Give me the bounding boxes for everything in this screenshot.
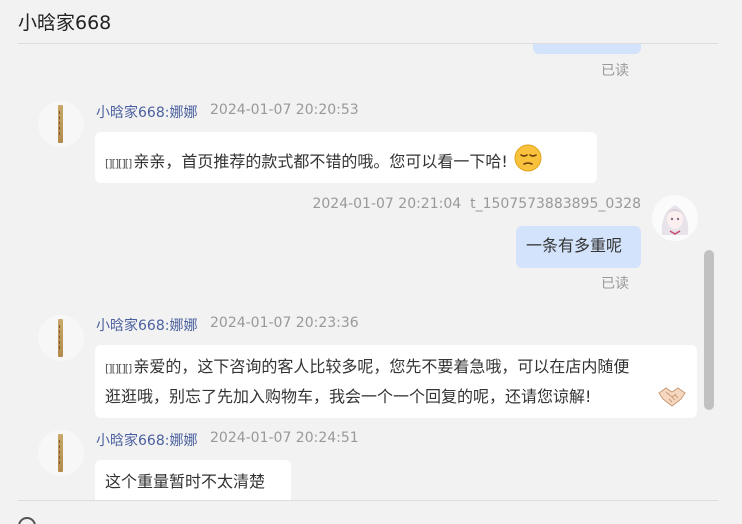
pensive-face-emoji-icon <box>513 143 543 182</box>
input-divider <box>18 500 718 501</box>
outgoing-message-bubble: 一条有多重呢 <box>516 226 641 268</box>
user-name: t_1507573883895_0328 <box>470 196 641 212</box>
agent-avatar[interactable] <box>38 430 84 476</box>
incoming-message-bubble: [][][][] 亲爱的，这下咨询的客人比较多呢，您先不要着急哦，可以在店内随便 … <box>95 345 697 418</box>
message-timestamp: 2024-01-07 20:20:53 <box>210 102 359 118</box>
chat-title: 小晗家668 <box>18 12 112 34</box>
agent-avatar[interactable] <box>38 101 84 147</box>
sender-name[interactable]: 小晗家668:娜娜 <box>96 430 197 450</box>
message-prefix: [][][][] <box>105 157 132 170</box>
emoji-picker-icon[interactable] <box>18 517 36 524</box>
message-timestamp: 2024-01-07 20:23:36 <box>210 315 359 331</box>
message-text: 亲亲，首页推荐的款式都不错的哦。您可以看一下哈! <box>133 152 508 171</box>
message-text: 一条有多重呢 <box>526 236 623 255</box>
outgoing-message-meta: 2024-01-07 20:21:04 t_1507573883895_0328 <box>300 196 641 212</box>
incoming-message-bubble: [][][][] 亲亲，首页推荐的款式都不错的哦。您可以看一下哈! <box>95 132 597 183</box>
message-text-line-2: 逛逛哦，别忘了先加入购物车，我会一个一个回复的呢，还请您谅解! <box>105 387 592 406</box>
outgoing-message-bubble <box>533 44 641 54</box>
chat-header: 小晗家668 <box>0 0 742 44</box>
read-status: 已读 <box>601 63 629 79</box>
message-timestamp: 2024-01-07 20:21:04 <box>312 196 462 212</box>
message-text-line-1: 亲爱的，这下咨询的客人比较多呢，您先不要着急哦，可以在店内随便 <box>133 357 630 376</box>
message-list[interactable]: 已读 小晗家668:娜娜 2024-01-07 20:20:53 [][][][… <box>0 44 718 500</box>
sender-name[interactable]: 小晗家668:娜娜 <box>96 102 197 122</box>
read-status: 已读 <box>601 276 629 292</box>
message-prefix: [][][][] <box>105 362 132 375</box>
user-avatar-image <box>661 205 689 235</box>
handshake-emoji-icon <box>657 383 687 418</box>
user-avatar[interactable] <box>652 195 698 241</box>
agent-avatar[interactable] <box>38 315 84 361</box>
incoming-message-bubble: 这个重量暂时不太清楚 <box>95 460 291 500</box>
sender-name[interactable]: 小晗家668:娜娜 <box>96 315 197 335</box>
message-timestamp: 2024-01-07 20:24:51 <box>210 430 359 446</box>
message-list-scrollbar[interactable] <box>704 250 714 410</box>
message-text: 这个重量暂时不太清楚 <box>105 472 266 491</box>
